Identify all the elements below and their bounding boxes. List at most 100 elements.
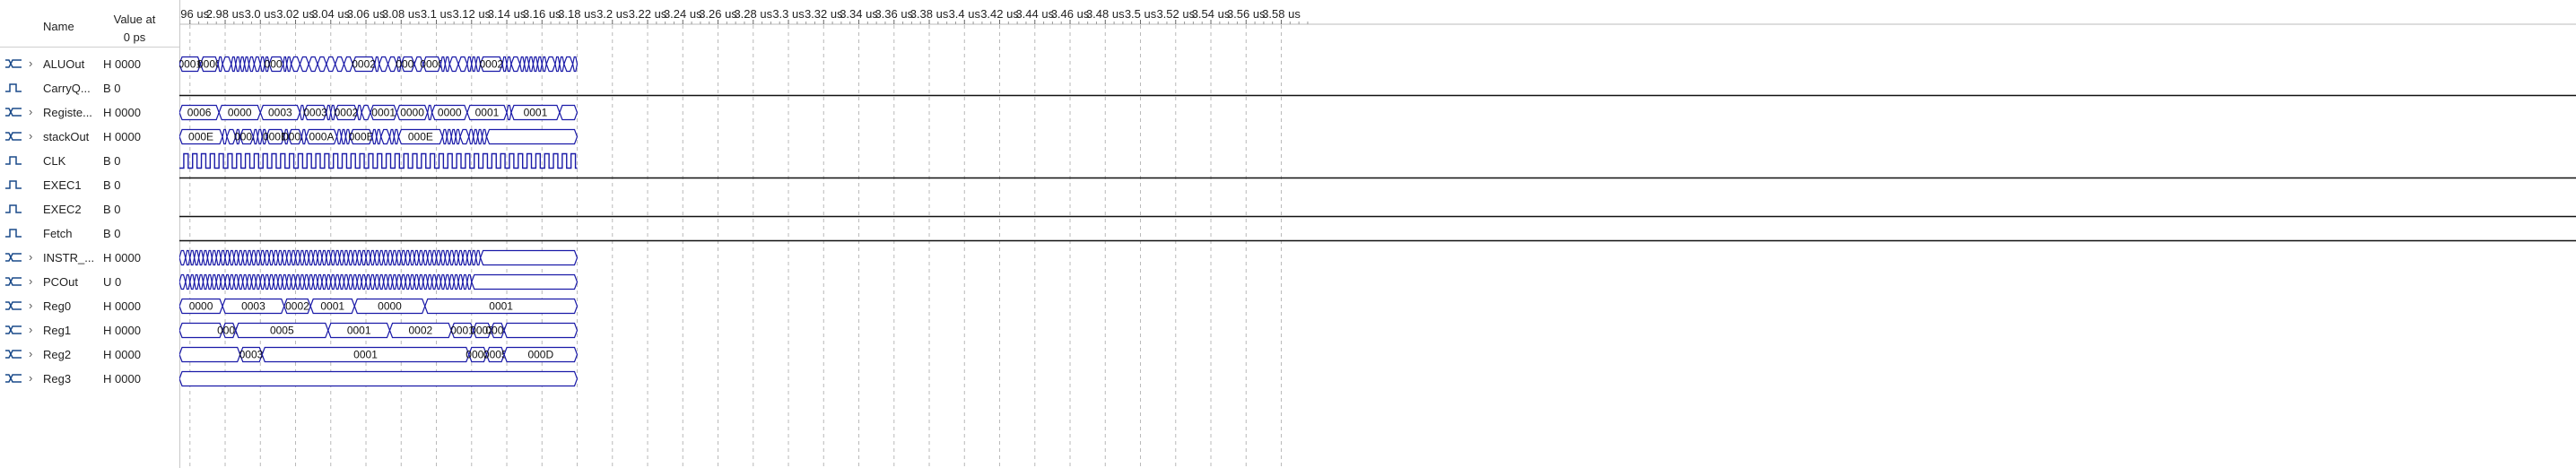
bus-segment	[286, 249, 292, 266]
time-tick-label: 3.52 us	[1156, 7, 1195, 21]
bus-segment	[545, 56, 556, 73]
bus-value-label: 0001	[524, 107, 548, 119]
bus-segment	[338, 249, 345, 266]
name-column-header[interactable]: Name	[43, 20, 74, 33]
signal-row[interactable]: Fetch B 0	[0, 221, 179, 246]
bus-waveform-icon	[5, 108, 22, 117]
signal-value: H 0000	[103, 348, 141, 361]
signal-row[interactable]: › Reg1 H 0000	[0, 318, 179, 342]
time-tick-label: 3.0 us	[245, 7, 277, 21]
expand-chevron-icon[interactable]: ›	[29, 274, 38, 288]
bus-segment	[202, 273, 209, 290]
bus-value-label: 000E	[188, 131, 213, 143]
waveform-pane[interactable]: 2.96 us2.98 us3.0 us3.02 us3.04 us3.06 u…	[179, 0, 2576, 468]
bus-segment	[338, 273, 345, 290]
bus-value-label: 0002	[335, 107, 359, 119]
time-tick-label: 3.54 us	[1192, 7, 1231, 21]
bus-segment	[330, 249, 336, 266]
bus-segment	[257, 128, 263, 145]
expand-chevron-icon[interactable]: ›	[29, 299, 38, 312]
bus-segment	[277, 273, 283, 290]
time-tick-label: 3.28 us	[734, 7, 772, 21]
signal-row[interactable]: CLK B 0	[0, 149, 179, 173]
signal-row[interactable]: › ALUOut H 0000	[0, 52, 179, 76]
bus-segment	[185, 249, 191, 266]
time-tick-label: 3.5 us	[1125, 7, 1157, 21]
bus-segment	[268, 249, 274, 266]
bus-segment	[194, 249, 200, 266]
signal-value: H 0000	[103, 130, 141, 143]
signal-row[interactable]: EXEC1 B 0	[0, 173, 179, 197]
expand-chevron-icon[interactable]: ›	[29, 250, 38, 264]
signal-row[interactable]: › Reg0 H 0000	[0, 294, 179, 318]
time-tick-label: 3.44 us	[1015, 7, 1054, 21]
signal-row[interactable]: › Reg2 H 0000	[0, 342, 179, 367]
bus-value-label: 0002	[480, 58, 504, 71]
bus-segment	[347, 249, 353, 266]
bus-segment	[524, 56, 530, 73]
bus-segment	[379, 273, 385, 290]
bus-segment	[466, 249, 473, 266]
time-tick-label: 3.38 us	[910, 7, 949, 21]
signal-row[interactable]: › INSTR_... H 0000	[0, 246, 179, 270]
bus-segment	[239, 56, 246, 73]
time-tick-label: 3.42 us	[980, 7, 1019, 21]
bus-segment	[206, 249, 213, 266]
time-tick-label: 3.3 us	[772, 7, 805, 21]
time-tick-label: 2.96 us	[179, 7, 210, 21]
bus-segment	[179, 249, 187, 266]
bus-segment	[479, 249, 579, 266]
signal-row[interactable]: CarryQ... B 0	[0, 76, 179, 100]
bus-segment	[317, 273, 323, 290]
bus-waveform-icon	[5, 301, 22, 310]
signal-row[interactable]: › Reg3 H 0000	[0, 367, 179, 391]
bus-segment	[453, 273, 459, 290]
signal-row[interactable]: › PCOut U 0	[0, 270, 179, 294]
bus-segment	[335, 56, 345, 73]
bus-segment	[252, 128, 258, 145]
bus-segment	[370, 273, 376, 290]
bus-segment	[294, 249, 301, 266]
bus-segment	[238, 249, 244, 266]
signal-row[interactable]: › Registe... H 0000	[0, 100, 179, 125]
signal-row[interactable]: › stackOut H 0000	[0, 125, 179, 149]
bus-segment	[361, 273, 367, 290]
signal-name: INSTR_...	[43, 251, 95, 264]
bus-value-label: 0001	[347, 325, 371, 337]
bus-segment	[444, 249, 450, 266]
waveform-canvas[interactable]: 2.96 us2.98 us3.0 us3.02 us3.04 us3.06 u…	[179, 0, 2576, 468]
bus-segment	[374, 56, 380, 73]
signal-name: Fetch	[43, 227, 73, 240]
signal-name: ALUOut	[43, 57, 85, 71]
bus-segment	[471, 56, 477, 73]
bus-segment	[473, 128, 479, 145]
expand-chevron-icon[interactable]: ›	[29, 347, 38, 360]
bus-segment	[475, 249, 482, 266]
time-tick-label: 3.02 us	[276, 7, 315, 21]
time-tick-label: 3.56 us	[1227, 7, 1266, 21]
time-tick-label: 3.32 us	[805, 7, 843, 21]
expand-chevron-icon[interactable]: ›	[29, 129, 38, 143]
bus-segment	[343, 249, 350, 266]
bus-segment	[303, 273, 309, 290]
bus-segment	[444, 56, 450, 73]
expand-chevron-icon[interactable]: ›	[29, 323, 38, 336]
expand-chevron-icon[interactable]: ›	[29, 105, 38, 118]
signal-name: EXEC2	[43, 203, 82, 216]
bus-segment	[519, 56, 526, 73]
bus-segment	[554, 56, 561, 73]
signal-name: CLK	[43, 154, 66, 168]
bus-segment	[435, 273, 442, 290]
value-column-header[interactable]: Value at 0 ps	[103, 11, 166, 47]
bus-segment	[471, 249, 477, 266]
bus-segment	[418, 249, 424, 266]
bus-segment	[290, 56, 301, 73]
bus-segment	[224, 273, 231, 290]
bus-segment	[211, 249, 217, 266]
bus-segment	[206, 273, 213, 290]
signal-row[interactable]: EXEC2 B 0	[0, 197, 179, 221]
expand-chevron-icon[interactable]: ›	[29, 56, 38, 70]
expand-chevron-icon[interactable]: ›	[29, 371, 38, 385]
bit-waveform-icon	[5, 180, 22, 189]
bus-segment	[379, 249, 385, 266]
